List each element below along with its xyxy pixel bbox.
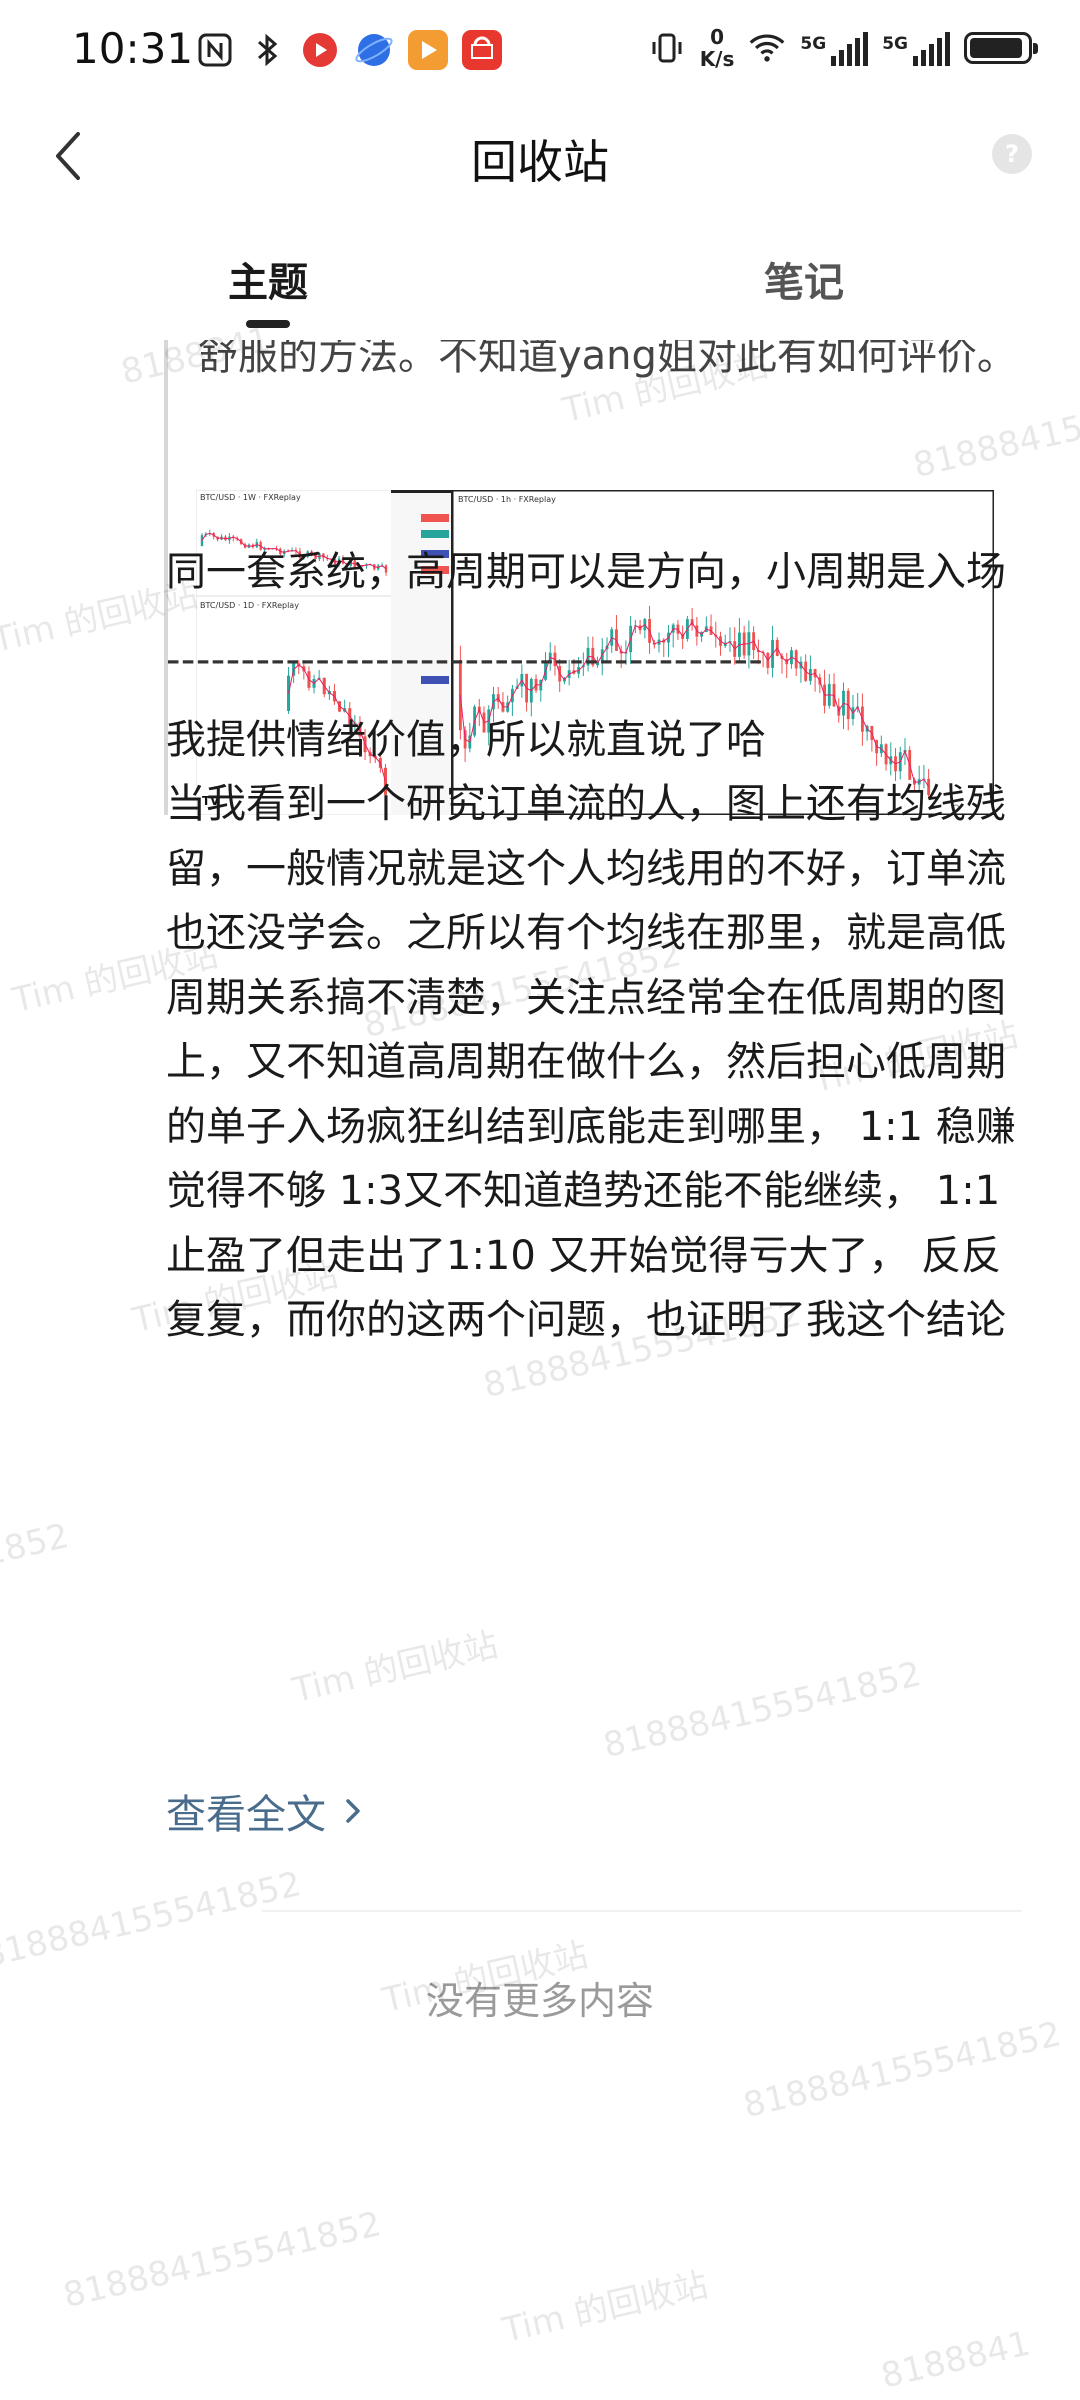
post-content[interactable]: 舒服的方法。不知道yang姐对此有如何评价。 BTC/USD · 1W · FX… bbox=[0, 340, 1080, 2400]
sim2-network-type: 5G bbox=[882, 34, 908, 54]
divider bbox=[262, 1910, 1022, 1912]
battery-level bbox=[970, 38, 1022, 58]
network-speed: 0 K/s bbox=[700, 26, 735, 70]
nfc-icon bbox=[196, 31, 234, 69]
huawei-store-icon bbox=[462, 30, 502, 70]
weekly-chart-title: BTC/USD · 1W · FXReplay bbox=[200, 493, 301, 502]
paragraph-direction: 同一套系统，高周期可以是方向，小周期是入场 bbox=[166, 549, 1006, 595]
status-right-icons: 0 K/s 5G 5G bbox=[648, 26, 1038, 70]
page-title: 回收站 bbox=[471, 135, 609, 189]
paragraph-emotion: 我提供情绪价值，所以就直说了哈 bbox=[166, 717, 766, 763]
price-label-green bbox=[421, 530, 449, 538]
help-icon[interactable]: ? bbox=[992, 134, 1032, 174]
bluetooth-icon bbox=[248, 31, 286, 69]
video-app-icon bbox=[300, 30, 340, 70]
no-more-content: 没有更多内容 bbox=[425, 1979, 654, 2023]
signal-sim2-icon: 5G bbox=[882, 30, 950, 66]
status-left-icons bbox=[196, 30, 502, 70]
paragraph-main: 当我看到一个研究订单流的人，图上还有均线残留，一般情况就是这个人均线用的不好，订… bbox=[166, 781, 1016, 1343]
net-speed-unit: K/s bbox=[699, 47, 735, 71]
read-more-link[interactable]: 查看全文 bbox=[166, 1782, 362, 1840]
battery-icon bbox=[964, 32, 1038, 64]
wifi-icon bbox=[748, 29, 786, 67]
signal-sim1-icon: 5G bbox=[800, 30, 869, 66]
vibrate-icon bbox=[648, 29, 686, 67]
status-time: 10:31 bbox=[72, 24, 194, 73]
tab-topics[interactable]: 主题 bbox=[228, 250, 308, 308]
hourly-chart-title: BTC/USD · 1h · FXReplay bbox=[458, 495, 556, 504]
tab-notes[interactable]: 笔记 bbox=[764, 250, 844, 308]
read-more-label: 查看全文 bbox=[166, 1792, 326, 1838]
status-bar: 10:31 0 K/s 5G 5G bbox=[0, 0, 1080, 100]
panel-border-top bbox=[391, 490, 451, 493]
net-speed-value: 0 bbox=[710, 25, 724, 49]
media-app-icon bbox=[408, 30, 448, 70]
active-tab-indicator bbox=[246, 320, 290, 328]
separator-line: ---------------------------------------- bbox=[166, 637, 764, 683]
quote-text: 舒服的方法。不知道yang姐对此有如何评价。 bbox=[198, 340, 1017, 379]
browser-app-icon bbox=[354, 30, 394, 70]
price-label-red bbox=[421, 514, 449, 522]
sim1-network-type: 5G bbox=[800, 34, 827, 54]
chevron-right-icon bbox=[346, 1799, 360, 1823]
